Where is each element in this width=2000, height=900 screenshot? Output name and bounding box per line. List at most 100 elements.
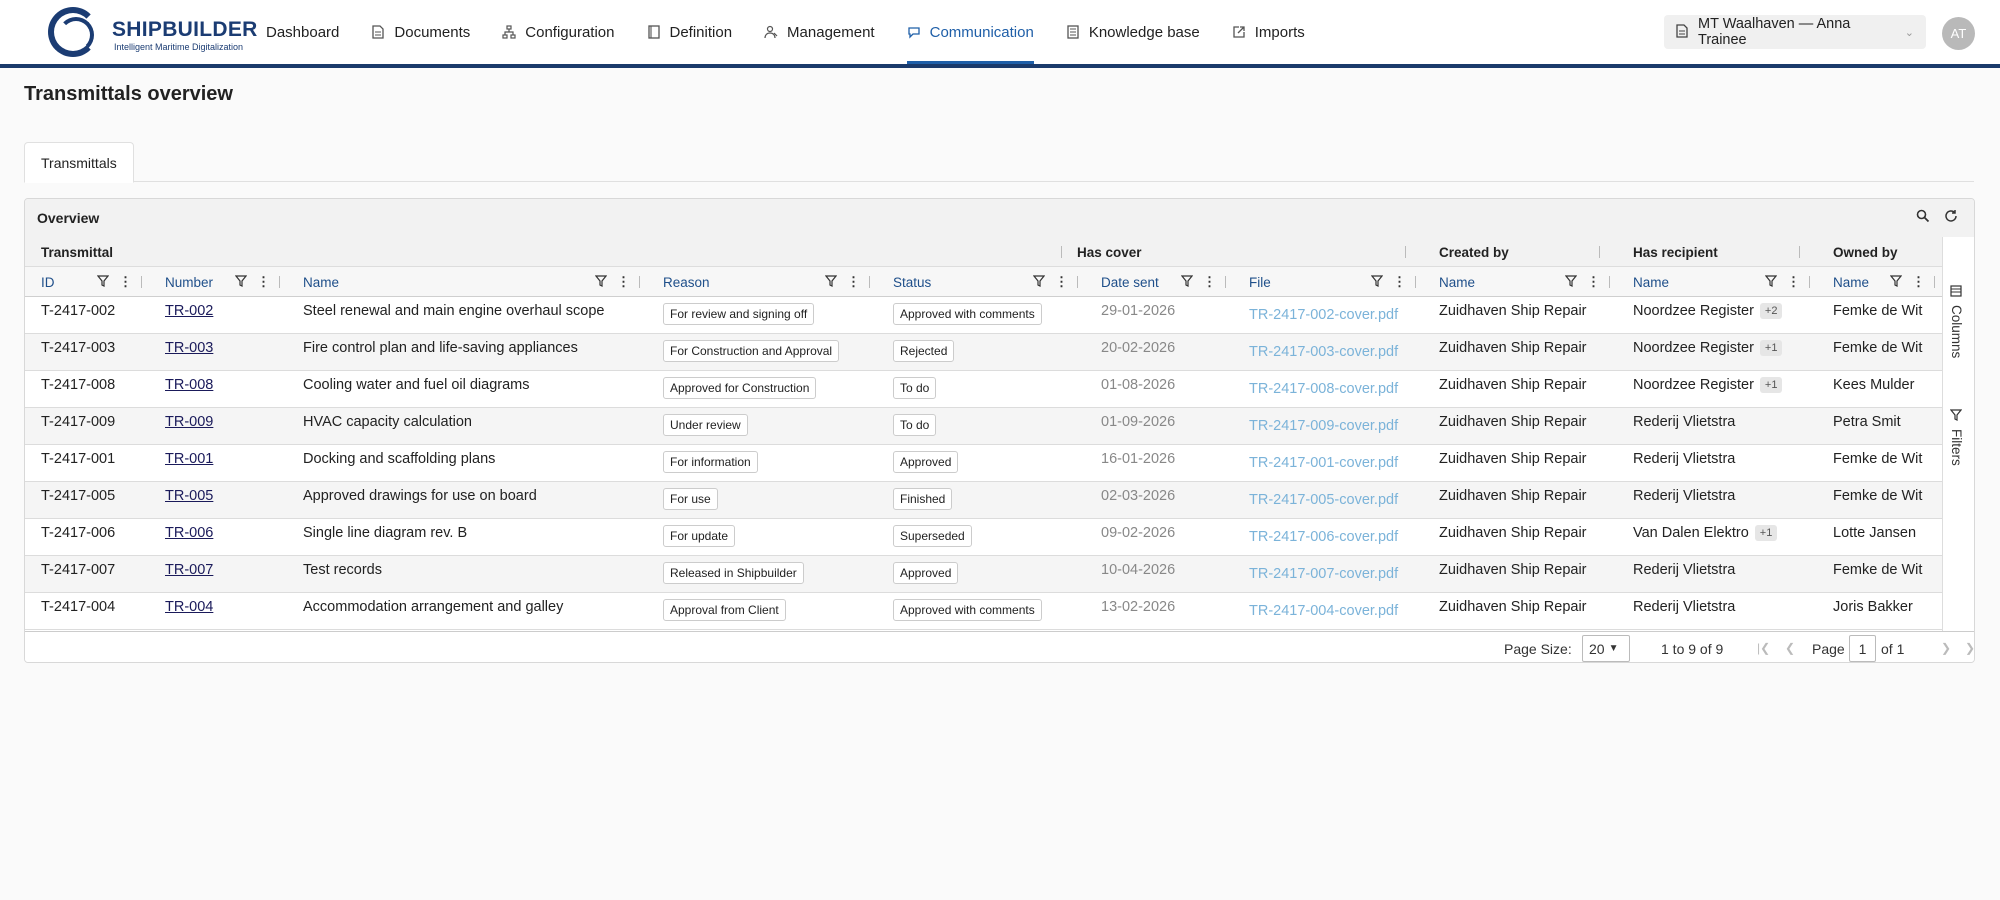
column-menu-icon[interactable]: ⋮ — [1055, 274, 1068, 290]
column-resize-handle[interactable] — [1609, 276, 1610, 288]
table-row[interactable]: T-2417-006 TR-006 Single line diagram rev.… — [25, 519, 1942, 556]
column-resize-handle[interactable] — [1934, 276, 1935, 288]
nav-configuration[interactable]: Configuration — [486, 0, 630, 64]
more-recipients-badge[interactable]: +1 — [1759, 377, 1783, 393]
previous-page-icon[interactable]: ❮ — [1785, 641, 1795, 655]
column-header-id[interactable]: ID — [25, 267, 55, 297]
transmittal-number-link[interactable]: TR-001 — [165, 451, 213, 467]
last-page-icon[interactable]: ❯| — [1965, 641, 1974, 655]
table-row[interactable]: T-2417-001 TR-001 Docking and scaffolding … — [25, 445, 1942, 482]
vessel-user-selector[interactable]: MT Waalhaven — Anna Trainee ⌄ — [1664, 15, 1926, 49]
user-avatar[interactable]: AT — [1942, 17, 1975, 50]
transmittal-number-link[interactable]: TR-008 — [165, 377, 213, 393]
column-resize-handle[interactable] — [869, 276, 870, 288]
cover-file-link[interactable]: TR-2417-005-cover.pdf — [1249, 492, 1398, 508]
cover-file-link[interactable]: TR-2417-002-cover.pdf — [1249, 307, 1398, 323]
refresh-icon[interactable] — [1944, 209, 1958, 226]
group-separator[interactable] — [1599, 246, 1600, 258]
cover-file-link[interactable]: TR-2417-001-cover.pdf — [1249, 455, 1398, 471]
transmittal-number-link[interactable]: TR-004 — [165, 599, 213, 615]
table-row[interactable]: T-2417-005 TR-005 Approved drawings for us… — [25, 482, 1942, 519]
column-menu-icon[interactable]: ⋮ — [1912, 274, 1925, 290]
nav-dashboard[interactable]: Dashboard — [250, 0, 355, 64]
column-header-number[interactable]: Number — [149, 267, 213, 297]
filter-icon[interactable] — [234, 275, 248, 290]
transmittal-number-link[interactable]: TR-009 — [165, 414, 213, 430]
column-header-status[interactable]: Status — [877, 267, 931, 297]
nav-knowledge-base[interactable]: Knowledge base — [1050, 0, 1216, 64]
cover-file-link[interactable]: TR-2417-008-cover.pdf — [1249, 381, 1398, 397]
column-header-file[interactable]: File — [1233, 267, 1271, 297]
column-resize-handle[interactable] — [1077, 276, 1078, 288]
filter-icon[interactable] — [1764, 275, 1778, 290]
transmittal-number-link[interactable]: TR-002 — [165, 303, 213, 319]
transmittal-number-link[interactable]: TR-007 — [165, 562, 213, 578]
filter-icon[interactable] — [1370, 275, 1384, 290]
nav-documents[interactable]: Documents — [355, 0, 486, 64]
page-size-select[interactable]: 20 ▼ — [1582, 635, 1630, 662]
column-resize-handle[interactable] — [1225, 276, 1226, 288]
column-menu-icon[interactable]: ⋮ — [1203, 274, 1216, 290]
column-menu-icon[interactable]: ⋮ — [119, 274, 132, 290]
column-header-name[interactable]: Name — [287, 267, 339, 297]
table-row[interactable]: T-2417-009 TR-009 HVAC capacity calculatio… — [25, 408, 1942, 445]
column-menu-icon[interactable]: ⋮ — [617, 274, 630, 290]
transmittal-number-link[interactable]: TR-003 — [165, 340, 213, 356]
tab-transmittals[interactable]: Transmittals — [24, 142, 134, 183]
filters-tool-button[interactable]: Filters — [1949, 409, 1964, 466]
column-header-reason[interactable]: Reason — [647, 267, 710, 297]
current-page-input[interactable]: 1 — [1849, 635, 1876, 662]
column-resize-handle[interactable] — [1415, 276, 1416, 288]
filter-icon[interactable] — [1889, 275, 1903, 290]
table-row[interactable]: T-2417-004 TR-004 Accommodation arrangemen… — [25, 593, 1942, 630]
column-resize-handle[interactable] — [141, 276, 142, 288]
transmittal-number-link[interactable]: TR-005 — [165, 488, 213, 504]
caret-down-icon: ▼ — [1608, 643, 1619, 654]
group-separator[interactable] — [1405, 246, 1406, 258]
cover-file-link[interactable]: TR-2417-006-cover.pdf — [1249, 529, 1398, 545]
filter-icon[interactable] — [96, 275, 110, 290]
nav-definition[interactable]: Definition — [631, 0, 749, 64]
next-page-icon[interactable]: ❯ — [1941, 641, 1951, 655]
table-row[interactable]: T-2417-003 TR-003 Fire control plan and li… — [25, 334, 1942, 371]
column-header-created-by-name[interactable]: Name — [1423, 267, 1475, 297]
cover-file-link[interactable]: TR-2417-009-cover.pdf — [1249, 418, 1398, 434]
more-recipients-badge[interactable]: +1 — [1754, 525, 1778, 541]
column-menu-icon[interactable]: ⋮ — [1393, 274, 1406, 290]
nav-management[interactable]: Management — [748, 0, 891, 64]
more-recipients-badge[interactable]: +1 — [1759, 340, 1783, 356]
cell-status: Approved with comments — [877, 297, 1085, 334]
table-row[interactable]: T-2417-007 TR-007 Test records Released in … — [25, 556, 1942, 593]
group-separator[interactable] — [1799, 246, 1800, 258]
transmittal-number-link[interactable]: TR-006 — [165, 525, 213, 541]
more-recipients-badge[interactable]: +2 — [1759, 303, 1783, 319]
columns-tool-button[interactable]: Columns — [1949, 285, 1964, 358]
column-resize-handle[interactable] — [639, 276, 640, 288]
table-row[interactable]: T-2417-002 TR-002 Steel renewal and main e… — [25, 297, 1942, 334]
column-header-owner-name[interactable]: Name — [1817, 267, 1869, 297]
column-menu-icon[interactable]: ⋮ — [1587, 274, 1600, 290]
cell-reason: For review and signing off — [647, 297, 877, 334]
first-page-icon[interactable]: |❮ — [1757, 641, 1770, 655]
column-menu-icon[interactable]: ⋮ — [847, 274, 860, 290]
search-icon[interactable] — [1916, 209, 1930, 226]
filter-icon[interactable] — [824, 275, 838, 290]
filter-icon[interactable] — [1564, 275, 1578, 290]
filter-icon[interactable] — [1032, 275, 1046, 290]
column-menu-icon[interactable]: ⋮ — [257, 274, 270, 290]
column-resize-handle[interactable] — [1809, 276, 1810, 288]
filter-icon[interactable] — [1180, 275, 1194, 290]
column-header-date-sent[interactable]: Date sent — [1085, 267, 1159, 297]
column-menu-icon[interactable]: ⋮ — [1787, 274, 1800, 290]
table-row[interactable]: T-2417-008 TR-008 Cooling water and fuel o… — [25, 371, 1942, 408]
column-header-recipient-name[interactable]: Name — [1617, 267, 1669, 297]
cover-file-link[interactable]: TR-2417-007-cover.pdf — [1249, 566, 1398, 582]
nav-imports[interactable]: Imports — [1216, 0, 1321, 64]
column-resize-handle[interactable] — [279, 276, 280, 288]
cover-file-link[interactable]: TR-2417-004-cover.pdf — [1249, 603, 1398, 619]
cover-file-link[interactable]: TR-2417-003-cover.pdf — [1249, 344, 1398, 360]
filter-icon[interactable] — [594, 275, 608, 290]
pagination-bar: Page Size: 20 ▼ 1 to 9 of 9 |❮ ❮ Page 1 … — [25, 631, 1974, 662]
shipbuilder-logo[interactable]: SHIPBUILDER Intelligent Maritime Digital… — [48, 5, 257, 59]
nav-communication[interactable]: Communication — [891, 0, 1050, 64]
